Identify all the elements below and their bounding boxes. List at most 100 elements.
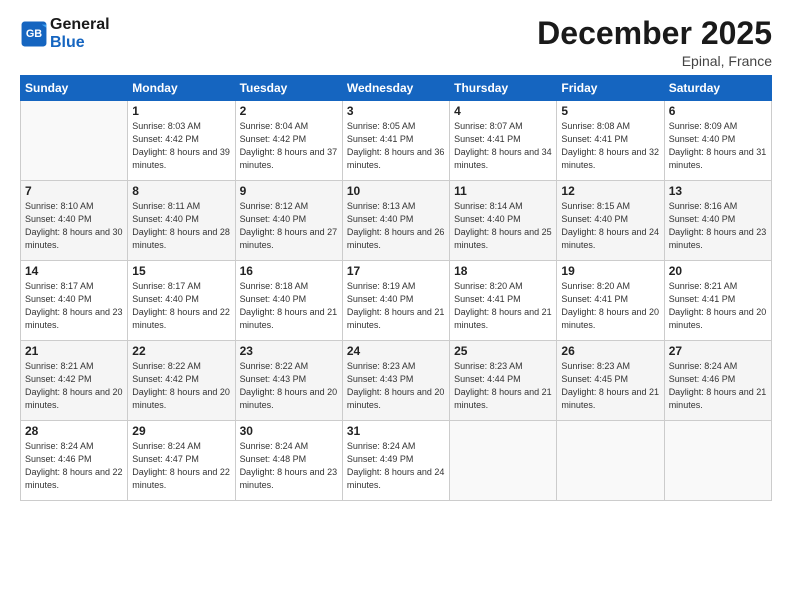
day-number: 1 — [132, 104, 230, 118]
day-number: 15 — [132, 264, 230, 278]
day-cell — [664, 421, 771, 501]
day-info: Sunrise: 8:12 AM Sunset: 4:40 PM Dayligh… — [240, 200, 338, 252]
day-cell: 17Sunrise: 8:19 AM Sunset: 4:40 PM Dayli… — [342, 261, 449, 341]
day-number: 18 — [454, 264, 552, 278]
day-cell: 27 Sunrise: 8:24 AM Sunset: 4:46 PM Dayli… — [664, 341, 771, 421]
day-number: 8 — [132, 184, 230, 198]
day-info: Sunrise: 8:23 AM Sunset: 4:45 PM Dayligh… — [561, 360, 659, 412]
col-header-monday: Monday — [128, 76, 235, 101]
day-number: 24 — [347, 344, 445, 358]
day-cell: 5 Sunrise: 8:08 AM Sunset: 4:41 PM Daylig… — [557, 101, 664, 181]
calendar-title: December 2025 — [537, 16, 772, 51]
day-number: 7 — [25, 184, 123, 198]
col-header-saturday: Saturday — [664, 76, 771, 101]
day-number: 27 — [669, 344, 767, 358]
week-row-1: 1 Sunrise: 8:03 AM Sunset: 4:42 PM Daylig… — [21, 101, 772, 181]
day-info: Sunrise: 8:07 AM Sunset: 4:41 PM Dayligh… — [454, 120, 552, 172]
day-info: Sunrise: 8:24 AM Sunset: 4:47 PM Dayligh… — [132, 440, 230, 492]
day-number: 11 — [454, 184, 552, 198]
day-number: 30 — [240, 424, 338, 438]
day-number: 2 — [240, 104, 338, 118]
day-info: Sunrise: 8:21 AM Sunset: 4:41 PM Dayligh… — [669, 280, 767, 332]
header-row: SundayMondayTuesdayWednesdayThursdayFrid… — [21, 76, 772, 101]
day-cell: 7Sunrise: 8:10 AM Sunset: 4:40 PM Daylig… — [21, 181, 128, 261]
day-number: 12 — [561, 184, 659, 198]
day-info: Sunrise: 8:03 AM Sunset: 4:42 PM Dayligh… — [132, 120, 230, 172]
week-row-3: 14Sunrise: 8:17 AM Sunset: 4:40 PM Dayli… — [21, 261, 772, 341]
day-cell: 31 Sunrise: 8:24 AM Sunset: 4:49 PM Dayli… — [342, 421, 449, 501]
day-cell: 4 Sunrise: 8:07 AM Sunset: 4:41 PM Daylig… — [450, 101, 557, 181]
logo-icon: GB — [20, 20, 48, 48]
day-number: 25 — [454, 344, 552, 358]
day-number: 13 — [669, 184, 767, 198]
location-subtitle: Epinal, France — [537, 53, 772, 69]
day-cell: 29 Sunrise: 8:24 AM Sunset: 4:47 PM Dayli… — [128, 421, 235, 501]
day-info: Sunrise: 8:24 AM Sunset: 4:49 PM Dayligh… — [347, 440, 445, 492]
day-cell: 13Sunrise: 8:16 AM Sunset: 4:40 PM Dayli… — [664, 181, 771, 261]
day-cell — [450, 421, 557, 501]
day-info: Sunrise: 8:18 AM Sunset: 4:40 PM Dayligh… — [240, 280, 338, 332]
day-number: 31 — [347, 424, 445, 438]
day-info: Sunrise: 8:15 AM Sunset: 4:40 PM Dayligh… — [561, 200, 659, 252]
day-info: Sunrise: 8:21 AM Sunset: 4:42 PM Dayligh… — [25, 360, 123, 412]
day-number: 26 — [561, 344, 659, 358]
day-info: Sunrise: 8:22 AM Sunset: 4:42 PM Dayligh… — [132, 360, 230, 412]
day-info: Sunrise: 8:24 AM Sunset: 4:46 PM Dayligh… — [669, 360, 767, 412]
day-number: 22 — [132, 344, 230, 358]
day-info: Sunrise: 8:24 AM Sunset: 4:48 PM Dayligh… — [240, 440, 338, 492]
day-cell: 23Sunrise: 8:22 AM Sunset: 4:43 PM Dayli… — [235, 341, 342, 421]
day-info: Sunrise: 8:24 AM Sunset: 4:46 PM Dayligh… — [25, 440, 123, 492]
day-cell: 20 Sunrise: 8:21 AM Sunset: 4:41 PM Dayli… — [664, 261, 771, 341]
day-cell: 15 Sunrise: 8:17 AM Sunset: 4:40 PM Dayli… — [128, 261, 235, 341]
logo-general: General — [50, 16, 110, 33]
day-cell: 25 Sunrise: 8:23 AM Sunset: 4:44 PM Dayli… — [450, 341, 557, 421]
day-info: Sunrise: 8:20 AM Sunset: 4:41 PM Dayligh… — [454, 280, 552, 332]
day-number: 4 — [454, 104, 552, 118]
logo-text: General Blue — [50, 16, 110, 51]
day-number: 29 — [132, 424, 230, 438]
day-info: Sunrise: 8:05 AM Sunset: 4:41 PM Dayligh… — [347, 120, 445, 172]
day-cell: 9Sunrise: 8:12 AM Sunset: 4:40 PM Daylig… — [235, 181, 342, 261]
day-info: Sunrise: 8:20 AM Sunset: 4:41 PM Dayligh… — [561, 280, 659, 332]
day-info: Sunrise: 8:14 AM Sunset: 4:40 PM Dayligh… — [454, 200, 552, 252]
day-cell: 18 Sunrise: 8:20 AM Sunset: 4:41 PM Dayli… — [450, 261, 557, 341]
day-info: Sunrise: 8:09 AM Sunset: 4:40 PM Dayligh… — [669, 120, 767, 172]
col-header-friday: Friday — [557, 76, 664, 101]
day-cell: 26 Sunrise: 8:23 AM Sunset: 4:45 PM Dayli… — [557, 341, 664, 421]
day-cell: 3 Sunrise: 8:05 AM Sunset: 4:41 PM Daylig… — [342, 101, 449, 181]
col-header-wednesday: Wednesday — [342, 76, 449, 101]
day-number: 21 — [25, 344, 123, 358]
calendar-table: SundayMondayTuesdayWednesdayThursdayFrid… — [20, 75, 772, 501]
day-cell: 6Sunrise: 8:09 AM Sunset: 4:40 PM Daylig… — [664, 101, 771, 181]
day-number: 19 — [561, 264, 659, 278]
day-info: Sunrise: 8:23 AM Sunset: 4:44 PM Dayligh… — [454, 360, 552, 412]
day-number: 10 — [347, 184, 445, 198]
day-info: Sunrise: 8:11 AM Sunset: 4:40 PM Dayligh… — [132, 200, 230, 252]
day-info: Sunrise: 8:04 AM Sunset: 4:42 PM Dayligh… — [240, 120, 338, 172]
day-number: 20 — [669, 264, 767, 278]
title-block: December 2025 Epinal, France — [537, 16, 772, 69]
day-number: 3 — [347, 104, 445, 118]
week-row-4: 21 Sunrise: 8:21 AM Sunset: 4:42 PM Dayli… — [21, 341, 772, 421]
day-cell: 12 Sunrise: 8:15 AM Sunset: 4:40 PM Dayli… — [557, 181, 664, 261]
day-info: Sunrise: 8:23 AM Sunset: 4:43 PM Dayligh… — [347, 360, 445, 412]
day-cell: 22 Sunrise: 8:22 AM Sunset: 4:42 PM Dayli… — [128, 341, 235, 421]
day-cell — [557, 421, 664, 501]
col-header-sunday: Sunday — [21, 76, 128, 101]
day-cell: 1 Sunrise: 8:03 AM Sunset: 4:42 PM Daylig… — [128, 101, 235, 181]
svg-text:GB: GB — [26, 28, 42, 40]
header: GB General Blue December 2025 Epinal, Fr… — [20, 16, 772, 69]
week-row-5: 28 Sunrise: 8:24 AM Sunset: 4:46 PM Dayli… — [21, 421, 772, 501]
day-info: Sunrise: 8:17 AM Sunset: 4:40 PM Dayligh… — [132, 280, 230, 332]
day-cell: 10Sunrise: 8:13 AM Sunset: 4:40 PM Dayli… — [342, 181, 449, 261]
week-row-2: 7Sunrise: 8:10 AM Sunset: 4:40 PM Daylig… — [21, 181, 772, 261]
day-info: Sunrise: 8:17 AM Sunset: 4:40 PM Dayligh… — [25, 280, 123, 332]
day-cell: 14Sunrise: 8:17 AM Sunset: 4:40 PM Dayli… — [21, 261, 128, 341]
day-cell: 24 Sunrise: 8:23 AM Sunset: 4:43 PM Dayli… — [342, 341, 449, 421]
day-info: Sunrise: 8:08 AM Sunset: 4:41 PM Dayligh… — [561, 120, 659, 172]
day-cell: 28 Sunrise: 8:24 AM Sunset: 4:46 PM Dayli… — [21, 421, 128, 501]
logo: GB General Blue — [20, 16, 110, 51]
col-header-thursday: Thursday — [450, 76, 557, 101]
day-number: 5 — [561, 104, 659, 118]
day-number: 28 — [25, 424, 123, 438]
